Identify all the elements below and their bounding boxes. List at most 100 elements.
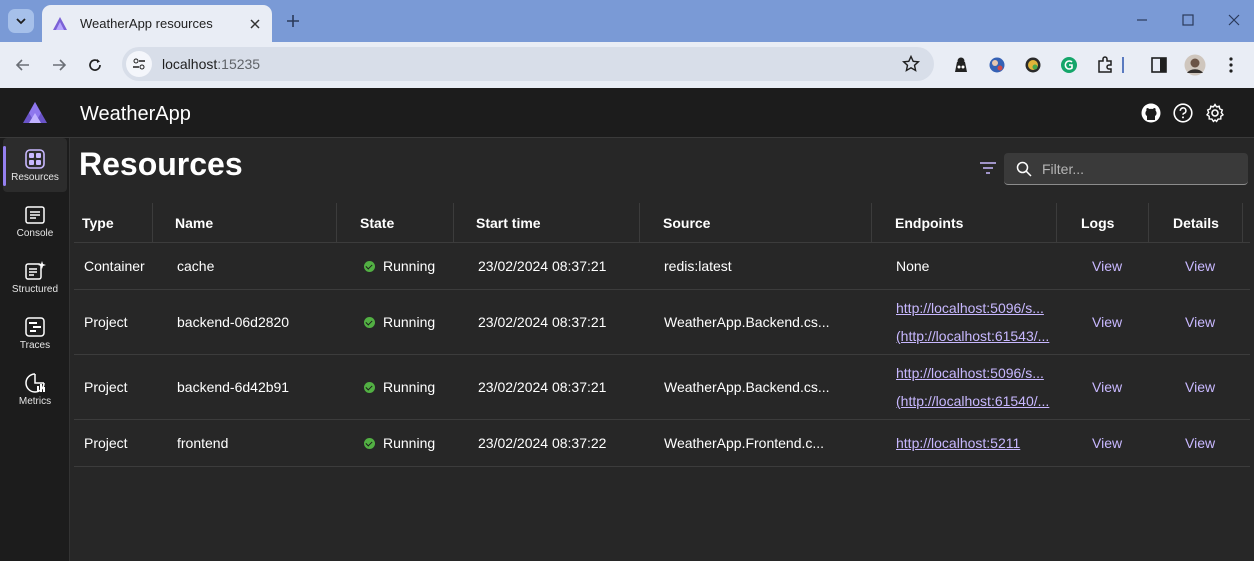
- endpoint-link[interactable]: (http://localhost:61543/...: [896, 328, 1049, 344]
- sidebar-item-console[interactable]: Console: [3, 194, 67, 248]
- column-divider[interactable]: [1056, 203, 1057, 242]
- running-status-icon: [364, 437, 375, 449]
- menu-dots-icon[interactable]: [1220, 54, 1242, 76]
- github-icon[interactable]: [1140, 102, 1162, 124]
- address-text[interactable]: localhost:15235: [162, 56, 902, 72]
- col-header-start-time[interactable]: Start time: [476, 203, 541, 242]
- cell-source: WeatherApp.Backend.cs...: [664, 379, 830, 395]
- forward-icon[interactable]: [48, 54, 70, 76]
- cell-name: backend-6d42b91: [177, 379, 290, 395]
- app-window: WeatherApp Resources Console Structured …: [0, 88, 1254, 561]
- extension-colorful-icon[interactable]: [1022, 54, 1044, 76]
- browser-tab[interactable]: WeatherApp resources: [42, 5, 272, 42]
- logs-view-link[interactable]: View: [1092, 290, 1122, 354]
- column-divider[interactable]: [336, 203, 337, 242]
- settings-gear-icon[interactable]: [1204, 102, 1226, 124]
- back-icon[interactable]: [12, 54, 34, 76]
- aspire-logo-icon[interactable]: [22, 100, 48, 126]
- page-title: Resources: [79, 146, 243, 182]
- cell-type: Container: [84, 258, 145, 274]
- side-panel-icon[interactable]: [1148, 54, 1170, 76]
- browser-tab-strip: WeatherApp resources: [0, 0, 1254, 42]
- endpoint-link[interactable]: http://localhost:5096/s...: [896, 365, 1044, 381]
- column-divider[interactable]: [1148, 203, 1149, 242]
- sidebar-item-resources[interactable]: Resources: [3, 138, 67, 192]
- address-bar[interactable]: localhost:15235: [122, 47, 934, 81]
- new-tab-icon[interactable]: [284, 12, 302, 30]
- browser-toolbar: localhost:15235: [0, 42, 1254, 88]
- minimize-icon[interactable]: [1134, 12, 1150, 28]
- endpoint-link[interactable]: http://localhost:5096/s...: [896, 300, 1044, 316]
- console-icon: [25, 206, 45, 224]
- col-header-name[interactable]: Name: [175, 203, 213, 242]
- endpoint-link[interactable]: http://localhost:5211: [896, 435, 1020, 451]
- column-divider[interactable]: [453, 203, 454, 242]
- cell-start-time: 23/02/2024 08:37:22: [478, 435, 607, 451]
- extension-incognito-icon[interactable]: [950, 54, 972, 76]
- endpoint-link[interactable]: (http://localhost:61540/...: [896, 393, 1049, 409]
- sidebar-item-structured[interactable]: Structured: [3, 250, 67, 304]
- profile-avatar[interactable]: [1184, 54, 1206, 76]
- sidebar-label-traces: Traces: [19, 340, 51, 351]
- col-header-state[interactable]: State: [360, 203, 394, 242]
- filter-icon[interactable]: [978, 158, 998, 178]
- col-header-endpoints[interactable]: Endpoints: [895, 203, 963, 242]
- search-icon: [1016, 161, 1032, 177]
- toolbar-divider: [1122, 57, 1124, 73]
- logs-view-link[interactable]: View: [1092, 355, 1122, 419]
- close-icon[interactable]: [248, 17, 262, 31]
- tab-search-button[interactable]: [8, 9, 34, 33]
- metrics-icon: [25, 373, 45, 393]
- window-close-icon[interactable]: [1226, 12, 1242, 28]
- cell-type: Project: [84, 314, 128, 330]
- main-content: Resources Type Name State Start time Sou…: [70, 138, 1254, 561]
- cell-start-time: 23/02/2024 08:37:21: [478, 379, 607, 395]
- column-divider[interactable]: [639, 203, 640, 242]
- cell-name: frontend: [177, 435, 229, 451]
- details-view-link[interactable]: View: [1185, 420, 1215, 466]
- extensions-puzzle-icon[interactable]: [1094, 54, 1116, 76]
- logs-view-link[interactable]: View: [1092, 420, 1122, 466]
- cell-endpoints: http://localhost:5211: [896, 420, 1020, 466]
- site-info-icon[interactable]: [126, 51, 152, 77]
- col-header-details: Details: [1173, 214, 1219, 231]
- column-divider[interactable]: [152, 203, 153, 242]
- bookmark-star-icon[interactable]: [902, 55, 920, 73]
- filter-input[interactable]: [1042, 160, 1232, 177]
- table-header-row: Type Name State Start time Source Endpoi…: [74, 203, 1250, 243]
- running-status-icon: [364, 316, 375, 328]
- sidebar-label-structured: Structured: [11, 284, 59, 295]
- traces-icon: [25, 317, 45, 337]
- column-divider[interactable]: [1242, 203, 1243, 242]
- table-row: Container cache Running 23/02/2024 08:37…: [74, 243, 1250, 290]
- structured-logs-icon: [25, 261, 46, 280]
- details-view-link[interactable]: View: [1185, 243, 1215, 289]
- cell-source: redis:latest: [664, 258, 732, 274]
- cell-name: cache: [177, 258, 215, 274]
- help-icon[interactable]: [1172, 102, 1194, 124]
- grid-icon: [25, 149, 45, 169]
- sidebar-label-resources: Resources: [11, 172, 59, 183]
- url-host: localhost: [162, 56, 218, 72]
- cell-source: WeatherApp.Backend.cs...: [664, 314, 830, 330]
- sidebar-nav: Resources Console Structured Traces Metr…: [0, 138, 70, 561]
- sidebar-item-metrics[interactable]: Metrics: [3, 362, 67, 416]
- col-header-source[interactable]: Source: [663, 203, 710, 242]
- details-view-link[interactable]: View: [1185, 355, 1215, 419]
- column-divider[interactable]: [871, 203, 872, 242]
- col-header-logs: Logs: [1081, 214, 1115, 231]
- sidebar-item-traces[interactable]: Traces: [3, 306, 67, 360]
- filter-field[interactable]: [1004, 153, 1248, 185]
- cell-state: Running: [364, 243, 435, 289]
- state-label: Running: [383, 379, 436, 395]
- details-view-link[interactable]: View: [1185, 290, 1215, 354]
- extension-globe-icon[interactable]: [986, 54, 1008, 76]
- reload-icon[interactable]: [84, 54, 106, 76]
- col-header-type[interactable]: Type: [82, 203, 114, 242]
- aspire-favicon-icon: [53, 16, 67, 30]
- maximize-icon[interactable]: [1180, 12, 1196, 28]
- logs-view-link[interactable]: View: [1092, 243, 1122, 289]
- extension-grammarly-icon[interactable]: [1058, 54, 1080, 76]
- resources-table: Type Name State Start time Source Endpoi…: [74, 203, 1250, 467]
- cell-type: Project: [84, 379, 128, 395]
